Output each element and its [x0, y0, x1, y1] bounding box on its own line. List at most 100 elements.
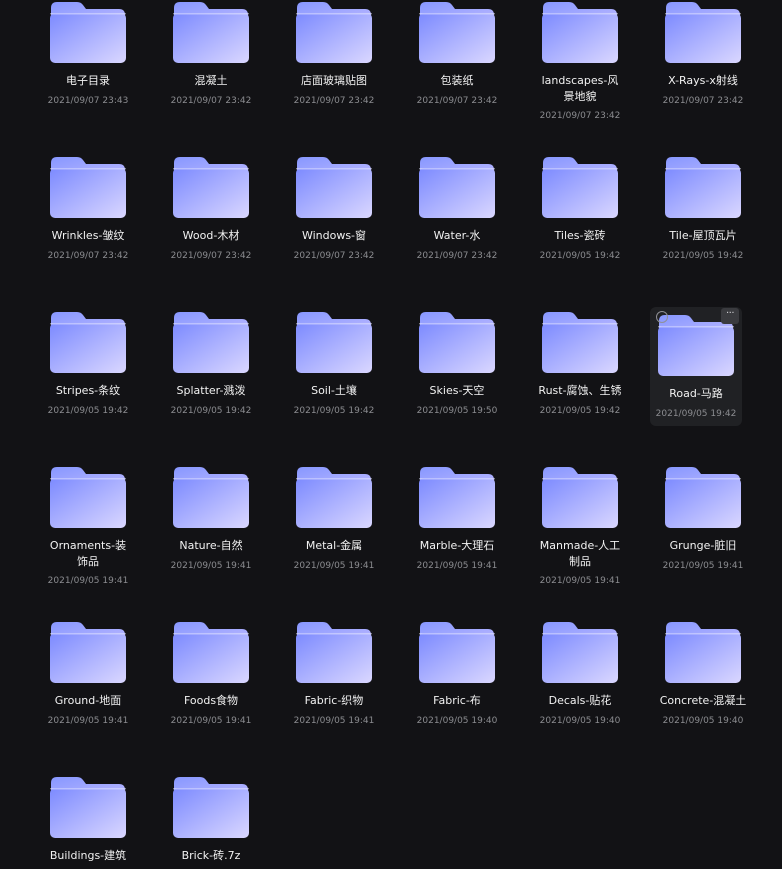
folder-date: 2021/09/05 19:41	[170, 716, 252, 726]
folder-icon	[664, 465, 742, 529]
folder-item[interactable]: Rust-腐蚀、生锈 2021/09/05 19:42	[534, 310, 626, 428]
folder-date: 2021/09/07 23:43	[47, 96, 129, 106]
folder-icon	[418, 620, 496, 684]
folder-item[interactable]: Water-水 2021/09/07 23:42	[411, 155, 503, 273]
folder-icon	[172, 310, 250, 374]
folder-name[interactable]: Ground-地面	[32, 693, 144, 709]
folder-date: 2021/09/05 19:42	[47, 406, 129, 416]
folder-name[interactable]: Water-水	[401, 228, 513, 244]
folder-name[interactable]: Skies-天空	[401, 383, 513, 399]
folder-date: 2021/09/05 19:41	[539, 576, 621, 586]
folder-name[interactable]: Wood-木材	[155, 228, 267, 244]
folder-icon	[49, 155, 127, 219]
folder-date: 2021/09/05 19:41	[416, 561, 498, 571]
folder-item[interactable]: 包装纸 2021/09/07 23:42	[411, 0, 503, 118]
folder-item[interactable]: Wrinkles-皱纹 2021/09/07 23:42	[42, 155, 134, 273]
folder-item[interactable]: Brick-砖.7z	[165, 775, 257, 869]
folder-date: 2021/09/05 19:41	[293, 716, 375, 726]
folder-item[interactable]: Fabric-织物 2021/09/05 19:41	[288, 620, 380, 738]
folder-item[interactable]: landscapes-风景地貌 2021/09/07 23:42	[534, 0, 626, 121]
folder-name[interactable]: X-Rays-x射线	[647, 73, 759, 89]
folder-item[interactable]: Tile-屋顶瓦片 2021/09/05 19:42	[657, 155, 749, 273]
folder-name[interactable]: Fabric-织物	[278, 693, 390, 709]
folder-item[interactable]: 电子目录 2021/09/07 23:43	[42, 0, 134, 118]
folder-name[interactable]: Wrinkles-皱纹	[32, 228, 144, 244]
folder-name[interactable]: Manmade-人工制品	[539, 538, 621, 570]
folder-name[interactable]: Buildings-建筑	[32, 848, 144, 864]
folder-name[interactable]: Tiles-瓷砖	[524, 228, 636, 244]
folder-icon	[418, 310, 496, 374]
folder-icon	[49, 465, 127, 529]
folder-icon	[172, 465, 250, 529]
folder-item[interactable]: Wood-木材 2021/09/07 23:42	[165, 155, 257, 273]
folder-name[interactable]: Rust-腐蚀、生锈	[524, 383, 636, 399]
folder-item[interactable]: Splatter-溅泼 2021/09/05 19:42	[165, 310, 257, 428]
folder-date: 2021/09/05 19:41	[47, 576, 129, 586]
folder-item[interactable]: Windows-窗 2021/09/07 23:42	[288, 155, 380, 273]
folder-icon	[418, 0, 496, 64]
folder-icon	[172, 0, 250, 64]
folder-item[interactable]: Foods食物 2021/09/05 19:41	[165, 620, 257, 738]
folder-icon	[49, 0, 127, 64]
folder-name[interactable]: Road-马路	[640, 386, 752, 402]
folder-item[interactable]: Road-马路 2021/09/05 19:42 ···	[650, 307, 742, 426]
folder-name[interactable]: Tile-屋顶瓦片	[647, 228, 759, 244]
folder-name[interactable]: landscapes-风景地貌	[539, 73, 621, 105]
folder-name[interactable]: Fabric-布	[401, 693, 513, 709]
folder-name[interactable]: Marble-大理石	[401, 538, 513, 554]
folder-icon	[172, 775, 250, 839]
folder-item[interactable]: 店面玻璃贴图 2021/09/07 23:42	[288, 0, 380, 118]
folder-date: 2021/09/05 19:40	[416, 716, 498, 726]
folder-item[interactable]: 混凝土 2021/09/07 23:42	[165, 0, 257, 118]
folder-item[interactable]: Metal-金属 2021/09/05 19:41	[288, 465, 380, 583]
folder-name[interactable]: Windows-窗	[278, 228, 390, 244]
select-circle-icon[interactable]	[656, 311, 668, 323]
folder-item[interactable]: Buildings-建筑	[42, 775, 134, 869]
folder-name[interactable]: Splatter-溅泼	[155, 383, 267, 399]
folder-date: 2021/09/05 19:40	[662, 716, 744, 726]
folder-item[interactable]: Ground-地面 2021/09/05 19:41	[42, 620, 134, 738]
folder-icon	[418, 465, 496, 529]
folder-item[interactable]: Concrete-混凝土 2021/09/05 19:40	[657, 620, 749, 738]
folder-icon	[541, 465, 619, 529]
folder-icon	[664, 620, 742, 684]
folder-item[interactable]: Stripes-条纹 2021/09/05 19:42	[42, 310, 134, 428]
folder-name[interactable]: 店面玻璃贴图	[278, 73, 390, 89]
folder-name[interactable]: Grunge-脏旧	[647, 538, 759, 554]
folder-name[interactable]: Stripes-条纹	[32, 383, 144, 399]
more-options-icon[interactable]: ···	[721, 308, 739, 324]
folder-date: 2021/09/05 19:42	[293, 406, 375, 416]
folder-item[interactable]: Grunge-脏旧 2021/09/05 19:41	[657, 465, 749, 583]
file-grid: 电子目录 2021/09/07 23:43 混凝土 2021/09/07 23:42…	[0, 0, 782, 869]
folder-date: 2021/09/05 19:41	[170, 561, 252, 571]
folder-name[interactable]: 包装纸	[401, 73, 513, 89]
folder-name[interactable]: Concrete-混凝土	[647, 693, 759, 709]
folder-item[interactable]: Manmade-人工制品 2021/09/05 19:41	[534, 465, 626, 586]
folder-name[interactable]: Decals-贴花	[524, 693, 636, 709]
folder-item[interactable]: Nature-自然 2021/09/05 19:41	[165, 465, 257, 583]
folder-date: 2021/09/05 19:42	[655, 409, 737, 419]
folder-icon	[541, 155, 619, 219]
folder-date: 2021/09/05 19:42	[539, 406, 621, 416]
folder-item[interactable]: X-Rays-x射线 2021/09/07 23:42	[657, 0, 749, 118]
folder-item[interactable]: Tiles-瓷砖 2021/09/05 19:42	[534, 155, 626, 273]
folder-item[interactable]: Soil-土壤 2021/09/05 19:42	[288, 310, 380, 428]
folder-name[interactable]: Brick-砖.7z	[155, 848, 267, 864]
folder-item[interactable]: Decals-贴花 2021/09/05 19:40	[534, 620, 626, 738]
folder-name[interactable]: Ornaments-装饰品	[47, 538, 129, 570]
folder-icon	[295, 620, 373, 684]
folder-icon	[295, 0, 373, 64]
folder-name[interactable]: Soil-土壤	[278, 383, 390, 399]
folder-name[interactable]: Foods食物	[155, 693, 267, 709]
folder-name[interactable]: 电子目录	[32, 73, 144, 89]
folder-name[interactable]: Metal-金属	[278, 538, 390, 554]
folder-item[interactable]: Skies-天空 2021/09/05 19:50	[411, 310, 503, 428]
folder-date: 2021/09/07 23:42	[293, 96, 375, 106]
folder-item[interactable]: Fabric-布 2021/09/05 19:40	[411, 620, 503, 738]
folder-name[interactable]: Nature-自然	[155, 538, 267, 554]
folder-item[interactable]: Marble-大理石 2021/09/05 19:41	[411, 465, 503, 583]
folder-date: 2021/09/07 23:42	[293, 251, 375, 261]
folder-icon	[172, 620, 250, 684]
folder-item[interactable]: Ornaments-装饰品 2021/09/05 19:41	[42, 465, 134, 586]
folder-name[interactable]: 混凝土	[155, 73, 267, 89]
